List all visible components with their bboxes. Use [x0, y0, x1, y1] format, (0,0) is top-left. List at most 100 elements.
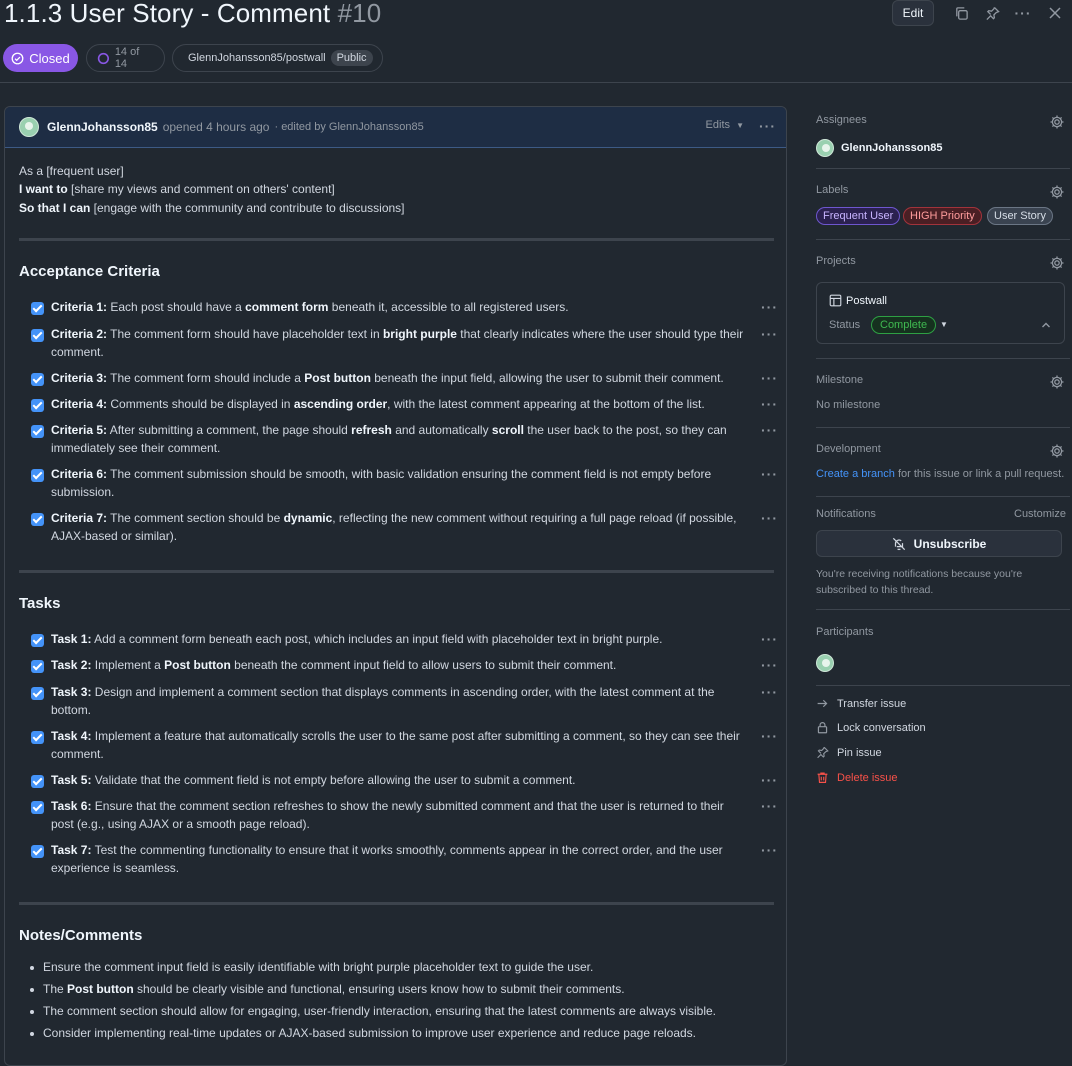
- criteria-checkbox[interactable]: [31, 513, 44, 526]
- emphasis-text: Task 1:: [51, 632, 92, 646]
- author-name[interactable]: GlennJohansson85: [47, 120, 158, 134]
- task-text: Task 7: Test the commenting functionalit…: [51, 842, 746, 877]
- item-options-icon[interactable]: ···: [761, 370, 778, 386]
- comment-timestamp: opened 4 hours ago: [162, 120, 270, 134]
- item-options-icon[interactable]: ···: [761, 466, 778, 482]
- chevron-up-icon[interactable]: [1041, 320, 1051, 330]
- status-caret-down-icon[interactable]: ▼: [940, 320, 948, 329]
- assignee-avatar: [816, 139, 834, 157]
- gear-icon[interactable]: [1049, 255, 1065, 271]
- task-checkbox[interactable]: [31, 731, 44, 744]
- section-divider: [19, 902, 774, 905]
- task-item: Task 4: Implement a feature that automat…: [19, 728, 779, 766]
- edited-by-text[interactable]: · edited by GlennJohansson85: [274, 121, 423, 133]
- labels-label[interactable]: Labels: [816, 184, 848, 196]
- body-text: Comments should be displayed in: [107, 397, 294, 411]
- projects-label[interactable]: Projects: [816, 255, 856, 267]
- delete-issue-action[interactable]: Delete issue: [816, 771, 898, 784]
- notification-reason-line: subscribed to this thread.: [816, 584, 934, 596]
- item-options-icon[interactable]: ···: [761, 326, 778, 342]
- item-options-icon[interactable]: ···: [761, 684, 778, 700]
- task-progress-badge[interactable]: 14 of 14: [86, 44, 165, 72]
- label-high-priority[interactable]: HIGH Priority: [903, 207, 982, 225]
- criteria-item: Criteria 7: The comment section should b…: [19, 510, 779, 548]
- task-checkbox[interactable]: [31, 634, 44, 647]
- criteria-text: Criteria 2: The comment form should have…: [51, 326, 746, 361]
- task-text: Task 5: Validate that the comment field …: [51, 772, 746, 790]
- criteria-text: Criteria 1: Each post should have a comm…: [51, 299, 746, 317]
- pin-issue-action[interactable]: Pin issue: [816, 746, 882, 759]
- emphasis-text: Criteria 6:: [51, 467, 108, 481]
- criteria-text: Criteria 3: The comment form should incl…: [51, 370, 746, 388]
- item-options-icon[interactable]: ···: [761, 798, 778, 814]
- item-options-icon[interactable]: ···: [761, 299, 778, 315]
- lock-conversation-action[interactable]: Lock conversation: [816, 721, 926, 734]
- participant-avatar[interactable]: [816, 654, 834, 672]
- issue-title: 1.1.3 User Story - Comment #10: [4, 0, 381, 29]
- task-checkbox[interactable]: [31, 775, 44, 788]
- task-text: Task 6: Ensure that the comment section …: [51, 798, 746, 833]
- item-options-icon[interactable]: ···: [761, 772, 778, 788]
- milestone-label[interactable]: Milestone: [816, 374, 863, 386]
- comment-options-icon[interactable]: ···: [759, 118, 776, 134]
- transfer-issue-action[interactable]: Transfer issue: [816, 697, 906, 710]
- project-status-value[interactable]: Complete: [871, 316, 937, 334]
- bell-slash-icon: [892, 537, 905, 550]
- body-text: beneath it, accessible to all registered…: [328, 300, 569, 314]
- gear-icon[interactable]: [1049, 443, 1065, 459]
- task-checkbox[interactable]: [31, 687, 44, 700]
- gear-icon[interactable]: [1049, 114, 1065, 130]
- criteria-checkbox[interactable]: [31, 373, 44, 386]
- unsubscribe-label: Unsubscribe: [913, 536, 987, 551]
- criteria-checkbox[interactable]: [31, 329, 44, 342]
- body-text: The comment submission should be smooth,…: [51, 467, 712, 499]
- development-label[interactable]: Development: [816, 443, 881, 455]
- repository-name[interactable]: GlennJohansson85/postwall: [188, 52, 326, 64]
- body-text: Implement a: [91, 658, 165, 672]
- unsubscribe-button[interactable]: Unsubscribe: [816, 530, 1062, 557]
- trash-icon: [817, 772, 828, 783]
- note-item: Consider implementing real-time updates …: [29, 1026, 696, 1040]
- label-frequent-user[interactable]: Frequent User: [816, 207, 901, 225]
- assignee[interactable]: GlennJohansson85: [816, 139, 942, 157]
- customize-link[interactable]: Customize: [1014, 508, 1066, 520]
- create-branch-link[interactable]: Create a branch: [816, 468, 895, 480]
- edits-dropdown[interactable]: Edits ▼: [706, 119, 744, 131]
- author-avatar[interactable]: [19, 117, 39, 137]
- item-options-icon[interactable]: ···: [761, 422, 778, 438]
- task-checkbox[interactable]: [31, 845, 44, 858]
- item-options-icon[interactable]: ···: [761, 842, 778, 858]
- criteria-text: Criteria 7: The comment section should b…: [51, 510, 746, 545]
- project-name[interactable]: Postwall: [846, 295, 887, 307]
- comment-header: GlennJohansson85 opened 4 hours ago · ed…: [5, 107, 786, 148]
- project-card: Postwall Status Complete ▼: [816, 282, 1065, 344]
- criteria-checkbox[interactable]: [31, 302, 44, 315]
- criteria-checkbox[interactable]: [31, 425, 44, 438]
- item-options-icon[interactable]: ···: [761, 657, 778, 673]
- body-text: The comment section should be: [107, 511, 284, 525]
- item-options-icon[interactable]: ···: [761, 728, 778, 744]
- issue-number: #10: [337, 0, 382, 28]
- repository-badge[interactable]: GlennJohansson85/postwall Public: [172, 44, 383, 72]
- body-text: Ensure the comment input field is easily…: [43, 960, 594, 974]
- criteria-checkbox[interactable]: [31, 469, 44, 482]
- item-options-icon[interactable]: ···: [761, 510, 778, 526]
- emphasis-text: Task 7:: [51, 843, 92, 857]
- item-options-icon[interactable]: ···: [761, 631, 778, 647]
- task-checkbox[interactable]: [31, 660, 44, 673]
- development-description: for this issue or link a pull request.: [894, 468, 1065, 480]
- issue-title-text: 1.1.3 User Story - Comment: [4, 0, 331, 28]
- item-options-icon[interactable]: ···: [761, 396, 778, 412]
- project-status-label: Status: [829, 319, 861, 331]
- body-text: beneath the comment input field to allow…: [230, 658, 617, 672]
- gear-icon[interactable]: [1049, 374, 1065, 390]
- task-item: Task 3: Design and implement a comment s…: [19, 684, 779, 722]
- labels-list: Frequent User HIGH Priority User Story: [816, 207, 1066, 225]
- assignees-label[interactable]: Assignees: [816, 114, 867, 126]
- label-user-story[interactable]: User Story: [987, 207, 1053, 225]
- story-line: So that I can [engage with the community…: [19, 201, 405, 215]
- gear-icon[interactable]: [1049, 184, 1065, 200]
- criteria-checkbox[interactable]: [31, 399, 44, 412]
- task-checkbox[interactable]: [31, 801, 44, 814]
- task-item: Task 7: Test the commenting functionalit…: [19, 842, 779, 880]
